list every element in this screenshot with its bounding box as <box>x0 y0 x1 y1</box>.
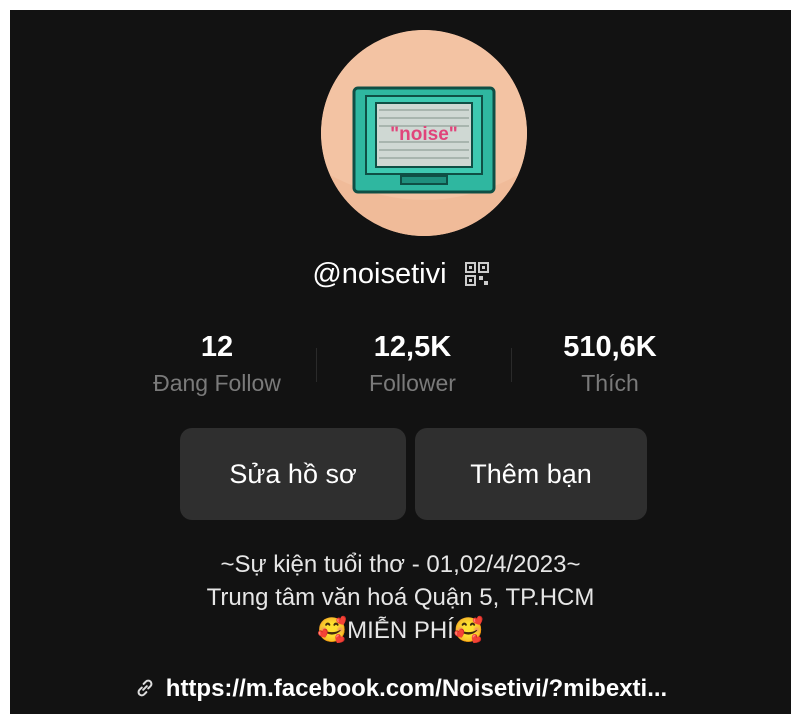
stat-divider <box>316 348 317 382</box>
qr-code-icon[interactable] <box>464 261 489 294</box>
tv-logo-icon: "noise" <box>321 30 527 236</box>
username: @noisetivi <box>312 258 447 290</box>
avatar-logo-text: "noise" <box>390 124 458 145</box>
bio-free-text: MIỄN PHÍ <box>347 617 454 644</box>
stat-likes[interactable]: 510,6K Thích <box>530 330 690 397</box>
link-chain-icon <box>134 677 156 706</box>
bio-line-3: 🥰MIỄN PHÍ🥰 <box>10 614 791 647</box>
bio-link-row[interactable]: https://m.facebook.com/Noisetivi/?mibext… <box>10 675 791 706</box>
bio-line-1: ~Sự kiện tuổi thơ - 01,02/4/2023~ <box>220 551 581 578</box>
bio-link[interactable]: https://m.facebook.com/Noisetivi/?mibext… <box>166 675 667 702</box>
stat-followers[interactable]: 12,5K Follower <box>340 330 485 397</box>
stat-divider <box>511 348 512 382</box>
followers-label: Follower <box>369 370 456 396</box>
avatar[interactable]: "noise" <box>321 30 527 236</box>
bio: ~Sự kiện tuổi thơ - 01,02/4/2023~ Trung … <box>10 548 791 647</box>
stat-following[interactable]: 12 Đang Follow <box>128 330 306 397</box>
following-count: 12 <box>200 331 234 363</box>
likes-label: Thích <box>581 370 639 396</box>
followers-count: 12,5K <box>373 331 452 363</box>
edit-profile-button[interactable]: Sửa hồ sơ <box>180 428 406 520</box>
smiling-face-hearts-emoji: 🥰 <box>453 617 484 644</box>
smiling-face-hearts-emoji: 🥰 <box>317 617 348 644</box>
add-friend-button[interactable]: Thêm bạn <box>415 428 647 520</box>
likes-count: 510,6K <box>563 331 657 363</box>
username-row: @noisetivi <box>10 258 791 294</box>
following-label: Đang Follow <box>153 370 281 396</box>
bio-line-2: Trung tâm văn hoá Quận 5, TP.HCM <box>206 584 595 611</box>
profile-screen: "noise" @noisetivi 12 Đang Follow 12,5K … <box>10 10 791 714</box>
